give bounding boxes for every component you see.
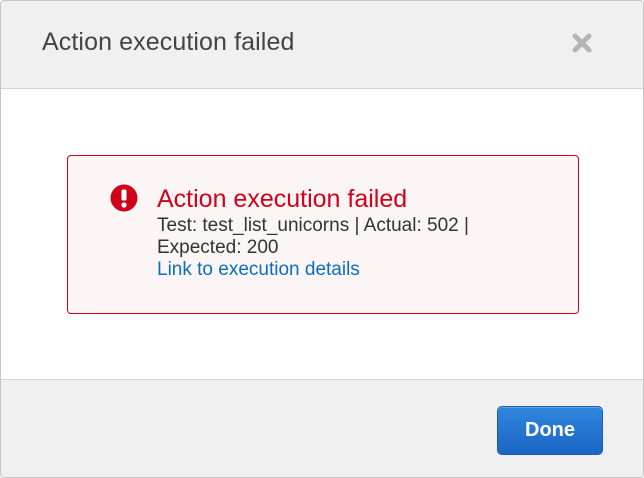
error-alert: Action execution failed Test: test_list_… <box>67 155 579 314</box>
dialog-header: Action execution failed <box>1 1 643 89</box>
close-icon <box>572 33 592 53</box>
alert-message: Test: test_list_unicorns | Actual: 502 |… <box>157 215 469 258</box>
alert-content: Action execution failed Test: test_list_… <box>157 184 557 281</box>
dialog-footer: Done <box>1 379 643 477</box>
close-button[interactable] <box>571 32 593 54</box>
dialog-body: Action execution failed Test: test_list_… <box>1 89 643 379</box>
execution-details-link[interactable]: Link to execution details <box>157 259 360 281</box>
exclamation-circle-icon <box>110 184 138 212</box>
done-button[interactable]: Done <box>497 406 603 455</box>
action-failed-dialog: Action execution failed Action execution… <box>0 0 644 478</box>
dialog-title: Action execution failed <box>42 28 295 56</box>
alert-title: Action execution failed <box>157 185 408 213</box>
